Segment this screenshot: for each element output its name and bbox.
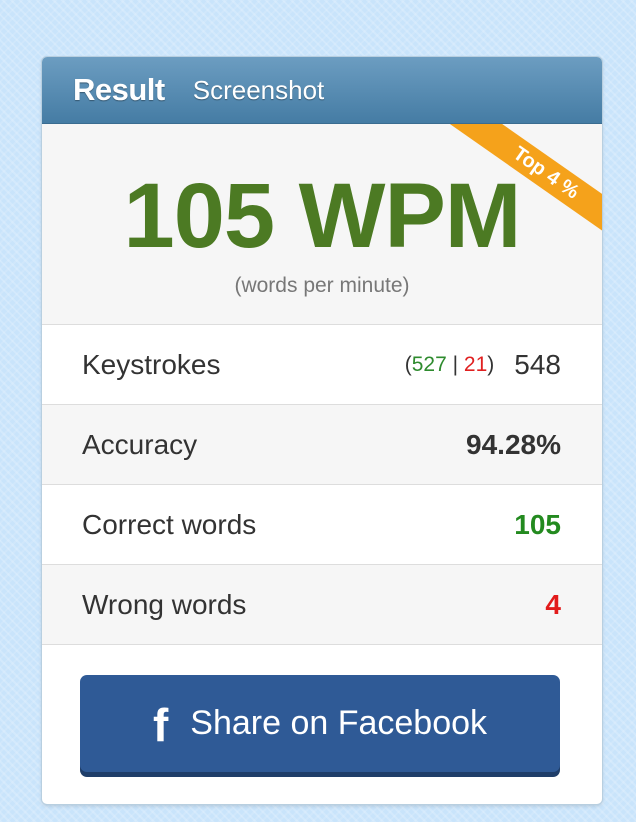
- keystrokes-total: 548: [514, 348, 561, 380]
- share-facebook-label: Share on Facebook: [190, 704, 488, 742]
- tab-result[interactable]: Result: [73, 72, 165, 108]
- keystrokes-label: Keystrokes: [82, 348, 221, 380]
- wrong-words-value: 4: [545, 588, 561, 620]
- wrong-words-row: Wrong words 4: [42, 565, 602, 645]
- keystrokes-breakdown: (527 | 21): [404, 352, 495, 376]
- accuracy-value: 94.28%: [466, 428, 561, 460]
- card-header: Result Screenshot: [42, 57, 602, 124]
- tab-screenshot[interactable]: Screenshot: [193, 75, 325, 106]
- accuracy-row: Accuracy 94.28%: [42, 405, 602, 485]
- result-card: Result Screenshot 105 WPM (words per min…: [42, 57, 602, 804]
- wpm-value: 105 WPM: [123, 165, 522, 267]
- correct-words-row: Correct words 105: [42, 485, 602, 565]
- share-facebook-button[interactable]: f Share on Facebook: [80, 675, 560, 772]
- wrong-words-label: Wrong words: [82, 588, 247, 620]
- facebook-icon: f: [152, 698, 169, 751]
- keystrokes-row: Keystrokes (527 | 21) 548: [42, 325, 602, 405]
- correct-words-value: 105: [514, 508, 561, 540]
- keystrokes-wrong: 21: [463, 352, 488, 376]
- accuracy-label: Accuracy: [82, 428, 198, 460]
- wpm-panel: 105 WPM (words per minute) Top 4 %: [42, 124, 602, 325]
- correct-words-label: Correct words: [82, 508, 257, 540]
- keystrokes-values: (527 | 21) 548: [405, 349, 561, 381]
- keystrokes-correct: 527: [411, 352, 447, 376]
- wpm-subtitle: (words per minute): [234, 274, 410, 297]
